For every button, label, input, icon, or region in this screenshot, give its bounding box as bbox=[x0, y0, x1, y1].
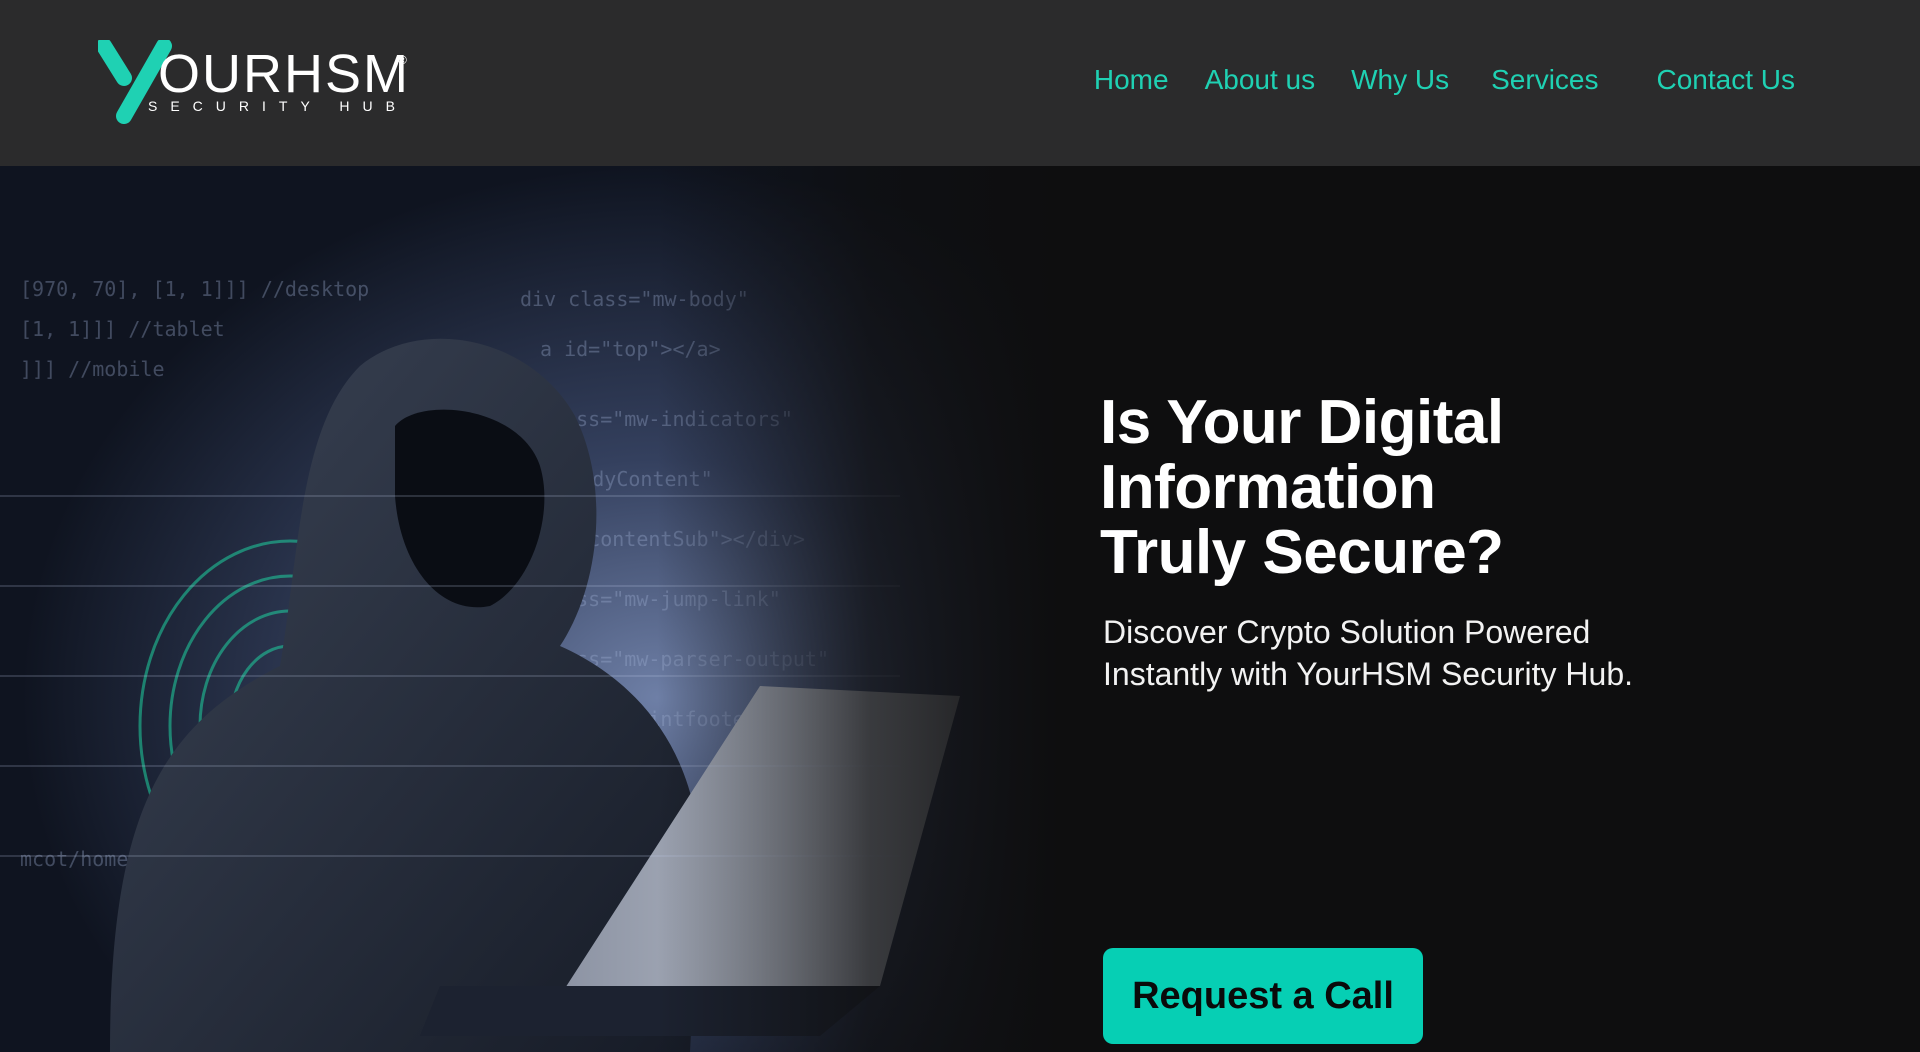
yourhsm-logo[interactable]: OURHSM ® SECURITY HUB bbox=[98, 40, 418, 124]
svg-text:OURHSM: OURHSM bbox=[158, 44, 410, 104]
nav-why-us[interactable]: Why Us bbox=[1351, 60, 1449, 100]
request-call-button[interactable]: Request a Call bbox=[1103, 948, 1423, 1044]
svg-text:[1, 1]]] //tablet: [1, 1]]] //tablet bbox=[20, 317, 225, 341]
nav-about-us[interactable]: About us bbox=[1205, 60, 1316, 100]
main-nav: Home About us Why Us Services Contact Us bbox=[1094, 60, 1795, 100]
svg-text:SECURITY HUB: SECURITY HUB bbox=[148, 98, 408, 114]
subline-line-1: Discover Crypto Solution Powered bbox=[1103, 614, 1591, 650]
logo-mark: OURHSM ® SECURITY HUB bbox=[98, 40, 410, 124]
svg-text:div class="mw-body": div class="mw-body" bbox=[520, 287, 749, 311]
hacker-illustration: div class="mw-body" a id="top"></a> clas… bbox=[0, 166, 1060, 1052]
hero-copy: Is Your Digital Information Truly Secure… bbox=[1100, 390, 1820, 1044]
headline-line-3: Truly Secure? bbox=[1100, 518, 1504, 587]
headline-line-2: Information bbox=[1100, 453, 1436, 522]
svg-text:a id="top"></a>: a id="top"></a> bbox=[540, 337, 721, 361]
hero-hacker-image: div class="mw-body" a id="top"></a> clas… bbox=[0, 166, 1060, 1052]
svg-text:]]] //mobile: ]]] //mobile bbox=[20, 357, 165, 381]
nav-contact-us[interactable]: Contact Us bbox=[1657, 60, 1796, 100]
hero-section: div class="mw-body" a id="top"></a> clas… bbox=[0, 166, 1920, 1052]
hero-headline: Is Your Digital Information Truly Secure… bbox=[1100, 390, 1820, 585]
svg-text:®: ® bbox=[398, 53, 407, 67]
nav-services[interactable]: Services bbox=[1491, 60, 1598, 100]
svg-text:[970, 70], [1, 1]]] //desktop: [970, 70], [1, 1]]] //desktop bbox=[20, 277, 369, 301]
nav-home[interactable]: Home bbox=[1094, 60, 1169, 100]
subline-line-2: Instantly with YourHSM Security Hub. bbox=[1103, 656, 1634, 692]
hero-subheadline: Discover Crypto Solution Powered Instant… bbox=[1103, 611, 1820, 695]
site-header: OURHSM ® SECURITY HUB Home About us Why … bbox=[0, 0, 1920, 166]
headline-line-1: Is Your Digital bbox=[1100, 388, 1504, 457]
